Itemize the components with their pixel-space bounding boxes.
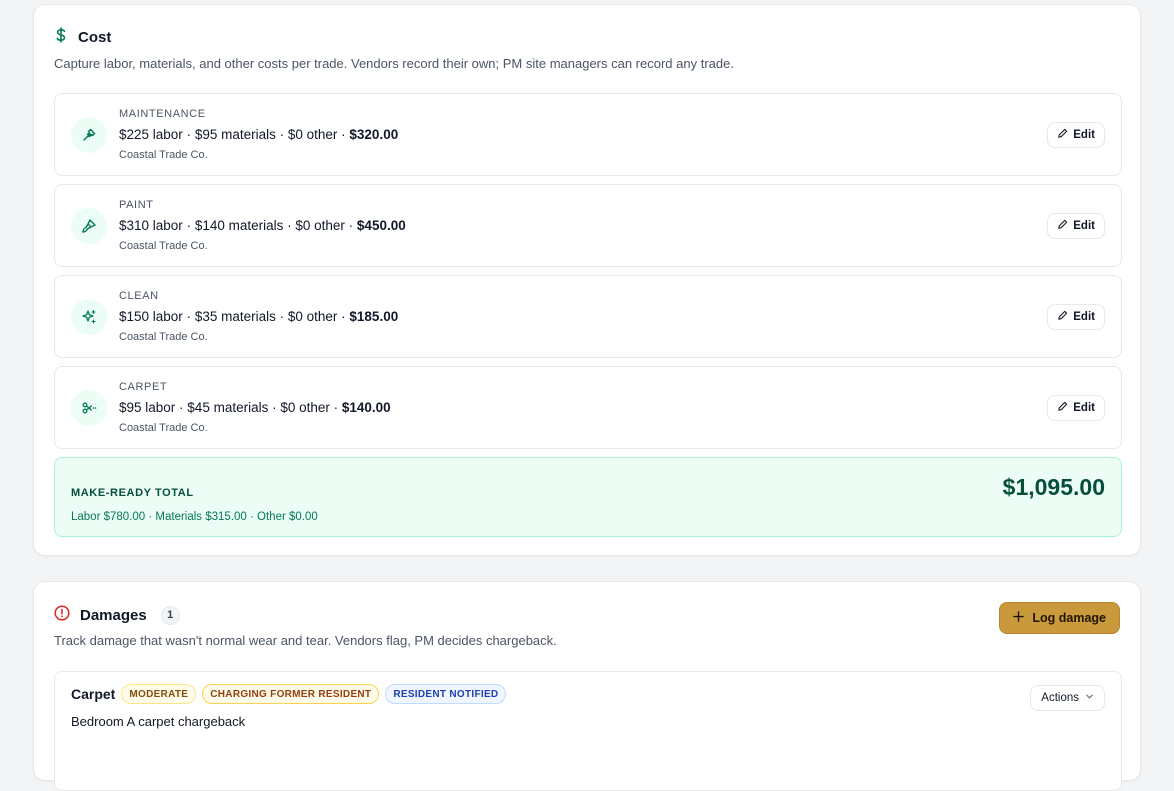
trade-cost-line: $95 labor · $45 materials · $0 other · $… [119, 400, 391, 415]
labor-cost: $310 labor [119, 218, 183, 233]
edit-label: Edit [1073, 311, 1095, 323]
damage-description: Bedroom A carpet chargeback [71, 714, 246, 729]
trade-name: PAINT [119, 199, 154, 211]
trade-name: CARPET [119, 381, 168, 393]
edit-label: Edit [1073, 402, 1095, 414]
alert-circle-icon [54, 605, 70, 625]
pencil-icon [1057, 310, 1068, 324]
pencil-icon [1057, 219, 1068, 233]
edit-label: Edit [1073, 220, 1095, 232]
damages-section: Damages 1 Track damage that wasn't norma… [33, 581, 1141, 791]
paintbrush-icon [71, 208, 107, 244]
chargeback-badge: CHARGING FORMER RESIDENT [202, 684, 380, 704]
trade-row-paint: PAINT $310 labor · $140 materials · $0 o… [54, 184, 1122, 267]
other-cost: $0 other [287, 309, 338, 324]
make-ready-total: MAKE-READY TOTAL Labor $780.00 · Materia… [54, 457, 1122, 537]
labor-cost: $95 labor [119, 400, 176, 415]
edit-label: Edit [1073, 129, 1095, 141]
materials-cost: $95 materials [194, 127, 276, 142]
labor-cost: $150 labor [119, 309, 183, 324]
edit-button[interactable]: Edit [1047, 122, 1105, 148]
damages-count-badge: 1 [160, 605, 180, 625]
materials-cost: $140 materials [194, 218, 284, 233]
trade-total: $320.00 [349, 127, 399, 142]
scissors-icon [71, 390, 107, 426]
log-damage-button[interactable]: Log damage [999, 602, 1120, 634]
trade-cost-line: $150 labor · $35 materials · $0 other · … [119, 309, 399, 324]
trade-vendor: Coastal Trade Co. [119, 149, 208, 161]
trade-name: CLEAN [119, 290, 159, 302]
damage-name: Carpet [71, 686, 116, 702]
cost-description: Capture labor, materials, and other cost… [54, 56, 734, 71]
trade-vendor: Coastal Trade Co. [119, 331, 208, 343]
materials-cost: $35 materials [194, 309, 276, 324]
damages-title: Damages 1 [54, 605, 180, 625]
cost-section: Cost Capture labor, materials, and other… [33, 4, 1141, 556]
pencil-icon [1057, 128, 1068, 142]
other-cost: $0 other [280, 400, 330, 415]
damages-title-text: Damages [80, 606, 147, 624]
trade-vendor: Coastal Trade Co. [119, 422, 208, 434]
total-label: MAKE-READY TOTAL [71, 487, 194, 499]
trade-total: $140.00 [341, 400, 391, 415]
cost-title-text: Cost [78, 28, 112, 46]
total-amount: $1,095.00 [1002, 474, 1105, 500]
other-cost: $0 other [287, 127, 338, 142]
notified-badge: RESIDENT NOTIFIED [385, 684, 507, 704]
trade-name: MAINTENANCE [119, 108, 206, 120]
trade-total: $185.00 [349, 309, 399, 324]
labor-cost: $225 labor [119, 127, 183, 142]
hammer-icon [71, 117, 107, 153]
actions-dropdown[interactable]: Actions [1030, 685, 1105, 711]
edit-button[interactable]: Edit [1047, 395, 1105, 421]
chevron-down-icon [1085, 692, 1094, 704]
trade-total: $450.00 [356, 218, 406, 233]
trade-row-maintenance: MAINTENANCE $225 labor · $95 materials ·… [54, 93, 1122, 176]
trade-row-clean: CLEAN $150 labor · $35 materials · $0 ot… [54, 275, 1122, 358]
cost-title: Cost [54, 27, 111, 47]
trade-cost-line: $225 labor · $95 materials · $0 other · … [119, 127, 399, 142]
edit-button[interactable]: Edit [1047, 304, 1105, 330]
total-breakdown: Labor $780.00 · Materials $315.00 · Othe… [71, 511, 318, 523]
severity-badge: MODERATE [121, 684, 197, 704]
other-cost: $0 other [295, 218, 345, 233]
trade-vendor: Coastal Trade Co. [119, 240, 208, 252]
pencil-icon [1057, 401, 1068, 415]
log-damage-label: Log damage [1032, 611, 1106, 625]
damage-item: Carpet MODERATE CHARGING FORMER RESIDENT… [54, 671, 1122, 791]
trade-row-carpet: CARPET $95 labor · $45 materials · $0 ot… [54, 366, 1122, 449]
sparkles-icon [71, 299, 107, 335]
dollar-icon [54, 27, 68, 47]
damage-header: Carpet MODERATE CHARGING FORMER RESIDENT… [71, 684, 507, 704]
damages-description: Track damage that wasn't normal wear and… [54, 633, 557, 648]
trade-cost-line: $310 labor · $140 materials · $0 other ·… [119, 218, 406, 233]
plus-icon [1013, 611, 1025, 625]
actions-label: Actions [1041, 692, 1079, 704]
materials-cost: $45 materials [187, 400, 269, 415]
edit-button[interactable]: Edit [1047, 213, 1105, 239]
